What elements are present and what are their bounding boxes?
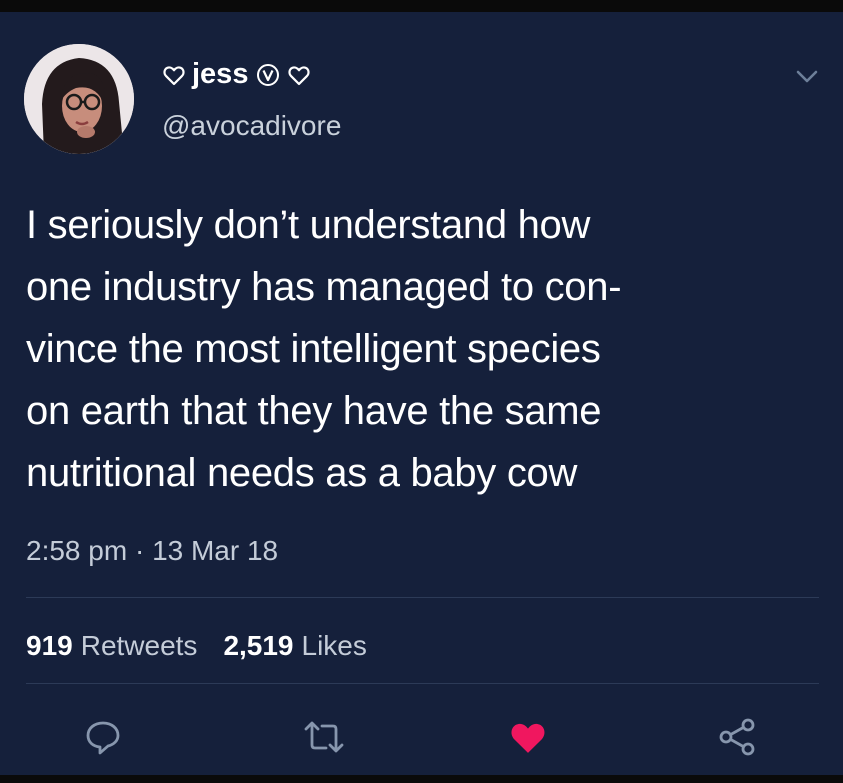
tweet-line: on earth that they have the same — [26, 389, 602, 433]
user-name-row[interactable]: jess — [162, 58, 311, 91]
tweet-time: 2:58 pm — [26, 535, 128, 566]
retweets-count: 919 — [26, 630, 73, 661]
divider — [26, 683, 819, 684]
chevron-down-icon[interactable] — [792, 64, 822, 88]
tweet-line: nutritional needs as a baby cow — [26, 451, 578, 495]
retweets-label: Retweets — [80, 630, 198, 661]
verified-icon — [257, 63, 280, 86]
tweet-stats: 919 Retweets 2,519 Likes — [26, 630, 393, 662]
retweet-icon — [304, 721, 344, 753]
share-icon — [719, 718, 755, 756]
retweet-button[interactable] — [299, 715, 349, 759]
tweet-line: one industry has managed to con- — [26, 265, 622, 309]
retweets-stat[interactable]: 919 Retweets — [26, 630, 197, 662]
tweet-text: I seriously don’t understand how one ind… — [26, 194, 826, 504]
likes-label: Likes — [301, 630, 367, 661]
tweet-date: 13 Mar 18 — [152, 535, 279, 566]
like-button[interactable] — [503, 715, 553, 759]
heart-outline-icon — [163, 65, 185, 85]
user-handle[interactable]: @avocadivore — [162, 110, 341, 142]
reply-icon — [86, 721, 120, 755]
tweet-line: vince the most intelligent species — [26, 327, 601, 371]
avatar[interactable] — [24, 44, 134, 154]
heart-outline-icon — [288, 65, 311, 85]
like-icon — [511, 723, 545, 753]
tweet-timestamp[interactable]: 2:58 pm · 13 Mar 18 — [26, 535, 278, 567]
meta-separator: · — [134, 535, 145, 566]
share-button[interactable] — [712, 715, 762, 759]
tweet-line: I seriously don’t understand how — [26, 203, 591, 247]
divider — [26, 597, 819, 598]
likes-stat[interactable]: 2,519 Likes — [223, 630, 366, 662]
likes-count: 2,519 — [223, 630, 294, 661]
reply-button[interactable] — [78, 715, 128, 759]
tweet-card: jess @avocadivore I seriously don’t unde… — [0, 12, 843, 775]
user-name: jess — [192, 58, 249, 90]
